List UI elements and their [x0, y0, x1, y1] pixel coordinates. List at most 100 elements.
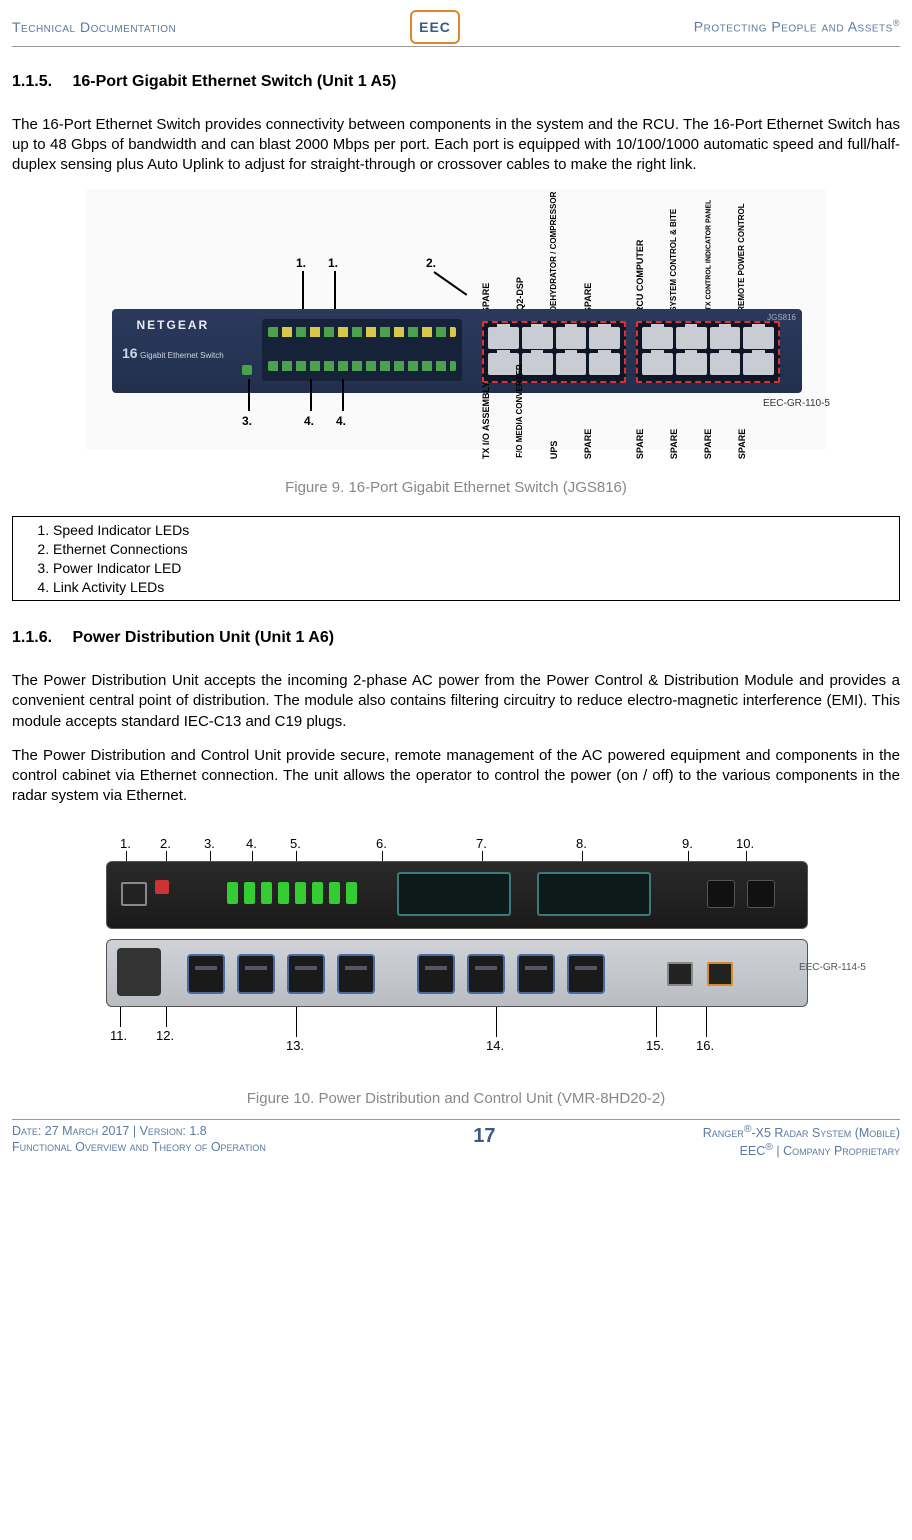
output-status-leds [227, 882, 357, 904]
callout-3: 3. [242, 413, 252, 429]
ethernet-bank-2 [636, 321, 780, 383]
legend-item: Ethernet Connections [53, 540, 889, 559]
registered-mark: ® [893, 18, 900, 28]
pdu-callout: 12. [156, 1027, 174, 1045]
lcd-display-a [397, 872, 511, 916]
pdu-callout: 15. [646, 1037, 664, 1055]
legend-item: Speed Indicator LEDs [53, 521, 889, 540]
switch-illustration: SPARE IQ2-DSP DEHYDRATOR / COMPRESSOR SP… [86, 189, 826, 449]
outlet-icon [467, 954, 505, 994]
pdu-callout: 16. [696, 1037, 714, 1055]
model-tag: JGS816 [767, 313, 796, 324]
legend-item: Link Activity LEDs [53, 578, 889, 597]
port-label: DEHYDRATOR / COMPRESSOR [549, 192, 560, 312]
footer-product: Ranger®-X5 Radar System (Mobile) [703, 1123, 900, 1141]
switch-brand-area: NETGEAR 16 Gigabit Ethernet Switch [122, 317, 224, 362]
led-indicator-block [262, 319, 462, 381]
outlet-icon [237, 954, 275, 994]
outlet-icon [567, 954, 605, 994]
arrow [433, 272, 467, 297]
pdu-callout: 13. [286, 1037, 304, 1055]
section-116-para2: The Power Distribution and Control Unit … [12, 746, 900, 807]
section-116-para1: The Power Distribution Unit accepts the … [12, 671, 900, 732]
pdu-front-view [106, 939, 808, 1007]
section-116-title: Power Distribution Unit (Unit 1 A6) [72, 629, 334, 646]
port-label: UPS [548, 441, 560, 460]
footer-right: Ranger®-X5 Radar System (Mobile) EEC® | … [703, 1123, 900, 1160]
pdu-callout: 3. [204, 835, 215, 853]
callout-4b: 4. [336, 413, 346, 429]
legend-item: Power Indicator LED [53, 559, 889, 578]
breaker-switch-b [747, 880, 775, 908]
part-number-tag: EEC-GR-114-5 [799, 961, 866, 975]
callout-1b: 1. [328, 255, 338, 271]
switch-subtitle: Gigabit Ethernet Switch [140, 351, 224, 360]
page-footer: Date: 27 March 2017 | Version: 1.8 Funct… [12, 1119, 900, 1160]
outlet-icon [417, 954, 455, 994]
section-116-number: 1.1.6. [12, 627, 68, 649]
arrow [342, 379, 344, 411]
pdu-callout: 14. [486, 1037, 504, 1055]
outlet-icon [337, 954, 375, 994]
port-label: F/O MEDIA CONVERTER [515, 365, 526, 458]
figure-9: SPARE IQ2-DSP DEHYDRATOR / COMPRESSOR SP… [12, 189, 900, 455]
port-count: 16 [122, 345, 138, 361]
port-label: TX I/O ASSEMBLY [480, 382, 492, 459]
aux-port-icon [667, 962, 693, 986]
figure-10: 1. 2. 3. 4. 5. 6. 7. 8. 9. 10. [12, 821, 900, 1067]
footer-doc-title: Functional Overview and Theory of Operat… [12, 1139, 266, 1155]
footer-date-version: Date: 27 March 2017 | Version: 1.8 [12, 1123, 266, 1139]
pdu-callout: 4. [246, 835, 257, 853]
power-inlet-icon [117, 948, 161, 996]
pdu-callout: 8. [576, 835, 587, 853]
section-115-number: 1.1.5. [12, 71, 68, 93]
outlet-icon [517, 954, 555, 994]
power-led [242, 365, 252, 375]
breaker-switch-a [707, 880, 735, 908]
figure-9-legend: Speed Indicator LEDs Ethernet Connection… [12, 516, 900, 602]
section-115-paragraph: The 16-Port Ethernet Switch provides con… [12, 115, 900, 176]
outlet-icon [287, 954, 325, 994]
lcd-display-b [537, 872, 651, 916]
callout-1a: 1. [296, 255, 306, 271]
netgear-logo: NETGEAR [122, 317, 224, 333]
port-label: IQ2-DSP [514, 277, 526, 313]
footer-proprietary: EEC® | Company Proprietary [703, 1141, 900, 1159]
ethernet-port-icon [121, 882, 147, 906]
ethernet-bank-1 [482, 321, 626, 383]
port-label: SPARE [702, 429, 714, 459]
pdu-callout: 7. [476, 835, 487, 853]
callout-2: 2. [426, 255, 436, 271]
section-115-title: 16-Port Gigabit Ethernet Switch (Unit 1 … [72, 73, 396, 90]
figure-10-caption: Figure 10. Power Distribution and Contro… [12, 1089, 900, 1109]
figure-9-caption: Figure 9. 16-Port Gigabit Ethernet Switc… [12, 478, 900, 498]
speed-led-row [268, 327, 456, 337]
page-number: 17 [473, 1123, 495, 1150]
pdu-callout: 9. [682, 835, 693, 853]
port-label: REMOTE POWER CONTROL [737, 204, 748, 312]
header-right: Protecting People and Assets® [694, 17, 900, 37]
pdu-callout: 11. [110, 1027, 127, 1045]
pdu-callout: 2. [160, 835, 171, 853]
section-116-heading: 1.1.6. Power Distribution Unit (Unit 1 A… [12, 627, 900, 649]
pdu-rear-view [106, 861, 808, 929]
port-label: TX CONTROL INDICATOR PANEL [705, 200, 714, 311]
port-label: SYSTEM CONTROL & BITE [669, 209, 680, 312]
pdu-callout: 5. [290, 835, 301, 853]
header-right-text: Protecting People and Assets [694, 19, 893, 35]
pdu-callout: 1. [120, 835, 131, 853]
port-label: SPARE [582, 429, 594, 459]
pdu-callout: 10. [736, 835, 754, 853]
arrow [310, 379, 312, 411]
header-left: Technical Documentation [12, 18, 176, 37]
callout-4a: 4. [304, 413, 314, 429]
pdu-callout: 6. [376, 835, 387, 853]
section-115-heading: 1.1.5. 16-Port Gigabit Ethernet Switch (… [12, 71, 900, 93]
part-number-tag: EEC-GR-110-5 [763, 397, 830, 411]
port-label: SPARE [668, 429, 680, 459]
port-label: SPARE [634, 429, 646, 459]
eec-logo: EEC [410, 10, 460, 44]
page-header: Technical Documentation EEC Protecting P… [12, 10, 900, 47]
switch-chassis: NETGEAR 16 Gigabit Ethernet Switch JGS81… [112, 309, 802, 393]
port-label: RCU COMPUTER [634, 240, 646, 314]
